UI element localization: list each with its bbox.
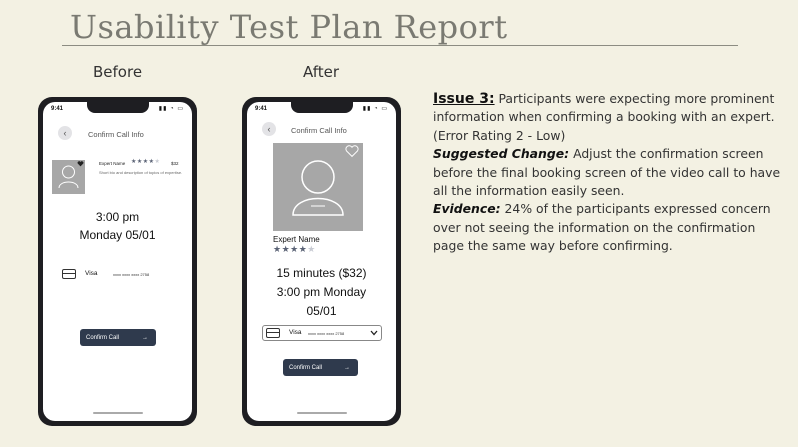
card-icon <box>62 269 76 279</box>
screen-title: Confirm Call Info <box>291 126 347 135</box>
screen-title: Confirm Call Info <box>88 130 144 139</box>
back-button[interactable]: ‹ <box>58 126 72 140</box>
status-icons: ▮▮ ◔ ▭ <box>362 106 388 112</box>
home-indicator <box>93 412 143 414</box>
status-time: 9:41 <box>51 106 64 112</box>
after-phone: 9:41 ▮▮ ◔ ▭ ‹ Confirm Call Info Expert N… <box>242 97 401 426</box>
report-title: Usability Test Plan Report <box>70 8 508 46</box>
call-time: 3:00 pm Monday <box>276 285 367 299</box>
issue-block: Issue 3: Participants were expecting mor… <box>433 90 783 256</box>
notch <box>86 102 149 113</box>
title-underline <box>62 45 738 46</box>
suggested-change-label: Suggested Change: <box>433 146 570 162</box>
card-brand: Visa <box>85 270 98 277</box>
heart-icon[interactable] <box>77 161 84 167</box>
heart-icon[interactable] <box>345 145 359 158</box>
confirm-call-label: Confirm Call <box>289 364 323 371</box>
before-label: Before <box>93 63 143 81</box>
issue-heading: Issue 3: <box>433 91 495 107</box>
card-number: xxxx xxxx xxxx 2758 <box>113 272 150 277</box>
expert-photo <box>52 160 85 194</box>
after-label: After <box>303 63 340 81</box>
evidence-label: Evidence: <box>433 201 501 217</box>
card-brand: Visa <box>289 329 302 336</box>
call-time: 3:00 pm <box>95 210 140 224</box>
expert-photo <box>273 143 363 231</box>
expert-name: Expert Name <box>273 235 320 244</box>
call-date: Monday 05/01 <box>79 228 156 242</box>
card-icon <box>266 328 280 338</box>
before-screen: 9:41 ▮▮ ◔ ▭ ‹ Confirm Call Info Expert N… <box>43 102 192 421</box>
after-screen: 9:41 ▮▮ ◔ ▭ ‹ Confirm Call Info Expert N… <box>247 102 396 421</box>
expert-bio: Short bio and description of topics of e… <box>99 170 183 175</box>
confirm-call-button[interactable]: Confirm Call → <box>80 329 156 346</box>
rating-stars: ★★★★★ <box>273 244 316 254</box>
confirm-call-button[interactable]: Confirm Call → <box>283 359 358 376</box>
call-date: 05/01 <box>306 304 337 318</box>
expert-name: Expert Name <box>99 161 126 166</box>
payment-dropdown[interactable]: Visa xxxx xxxx xxxx 2758 <box>262 325 382 341</box>
chevron-down-icon <box>370 330 378 336</box>
rating-stars: ★★★★★ <box>131 159 161 165</box>
arrow-right-icon: → <box>344 364 350 371</box>
before-phone: 9:41 ▮▮ ◔ ▭ ‹ Confirm Call Info Expert N… <box>38 97 197 426</box>
home-indicator <box>297 412 347 414</box>
price: $32 <box>171 161 179 166</box>
duration-price: 15 minutes ($32) <box>276 266 367 280</box>
notch <box>290 102 353 113</box>
confirm-call-label: Confirm Call <box>86 334 120 341</box>
status-icons: ▮▮ ◔ ▭ <box>158 106 184 112</box>
status-time: 9:41 <box>255 106 268 112</box>
card-number: xxxx xxxx xxxx 2758 <box>308 331 345 336</box>
back-button[interactable]: ‹ <box>262 122 276 136</box>
arrow-right-icon: → <box>142 334 148 341</box>
